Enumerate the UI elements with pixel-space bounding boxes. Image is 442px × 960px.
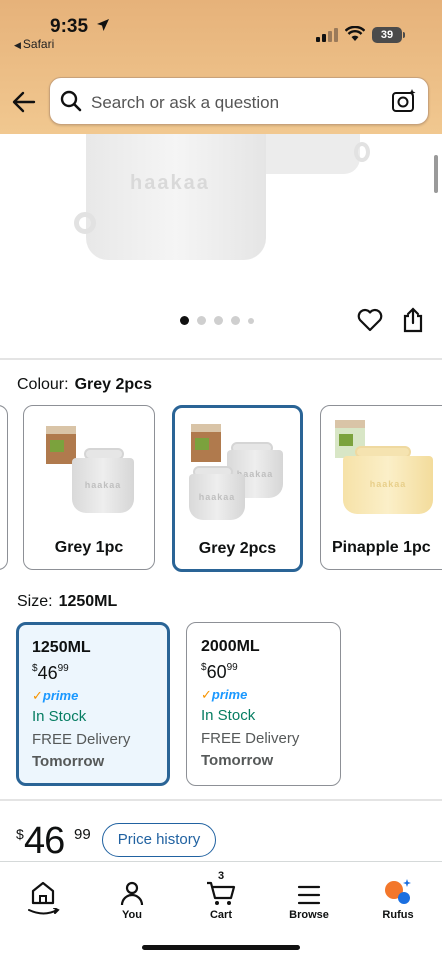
nav-label: Cart	[209, 909, 232, 921]
product-logo: haakaa	[130, 172, 210, 194]
colour-label: Colour:	[17, 376, 69, 393]
product-photo-back-bag	[250, 134, 360, 174]
nav-you[interactable]: You	[92, 870, 172, 921]
nav-browse[interactable]: Browse	[269, 870, 349, 921]
prime-badge: ✓prime	[201, 687, 248, 702]
share-icon[interactable]	[402, 307, 424, 333]
product-image-carousel[interactable]: haakaa	[0, 134, 442, 354]
prime-badge: ✓prime	[32, 688, 79, 703]
nav-label: You	[122, 909, 142, 921]
product-page: 9:35 ◀ Safari 39 Search or ask a questio…	[0, 0, 442, 960]
colour-option-grey-1pc[interactable]: haakaa Grey 1pc	[23, 405, 155, 570]
carousel-dot[interactable]	[180, 316, 189, 325]
size-option-2000ml[interactable]: 2000ML $6099 ✓prime In Stock FREE Delive…	[186, 622, 341, 786]
nav-label: Rufus	[382, 909, 414, 921]
back-arrow-icon[interactable]	[10, 89, 40, 115]
battery-level: 39	[380, 29, 394, 41]
user-icon	[120, 881, 144, 906]
size-name: 2000ML	[201, 638, 260, 655]
cart-icon	[207, 881, 236, 905]
home-icon	[31, 881, 55, 905]
size-label: Size:	[17, 593, 53, 610]
size-selected: 1250ML	[58, 593, 118, 610]
colour-selected: Grey 2pcs	[74, 376, 152, 393]
thumb-logo: haakaa	[369, 479, 407, 490]
option-name: Pinapple 1pc	[332, 539, 431, 556]
price-history-button[interactable]: Price history	[102, 823, 216, 857]
carousel-dot[interactable]	[197, 316, 206, 325]
colour-option-pinapple-1pc[interactable]: haakaa Pinapple 1pc	[320, 405, 442, 570]
smile-underline	[28, 908, 60, 915]
price-whole: 60	[206, 662, 227, 682]
back-to-app-link[interactable]: ◀ Safari	[14, 37, 54, 51]
search-icon	[60, 90, 82, 112]
search-input[interactable]: Search or ask a question	[91, 93, 279, 113]
signal-icon	[316, 28, 338, 42]
colour-label-row: Colour: Grey 2pcs	[17, 376, 152, 394]
carousel-dots	[180, 316, 254, 325]
status-time: 9:35	[50, 16, 89, 37]
rufus-icon	[385, 879, 411, 904]
product-thumb: haakaa	[72, 458, 134, 513]
delivery-day: Tomorrow	[201, 752, 274, 769]
product-box-image	[46, 426, 76, 464]
heart-icon[interactable]	[357, 308, 383, 332]
status-bar: 9:35 ◀ Safari 39	[0, 0, 442, 60]
cart-count: 3	[217, 870, 225, 882]
price-cents: 99	[74, 826, 91, 843]
price-cents: 99	[57, 663, 69, 674]
header-bar: 9:35 ◀ Safari 39 Search or ask a questio…	[0, 0, 442, 134]
nav-rufus[interactable]: Rufus	[358, 870, 438, 921]
delivery-text: FREE Delivery	[201, 730, 300, 747]
home-indicator	[142, 945, 300, 950]
carousel-dot[interactable]	[248, 317, 254, 324]
nav-home[interactable]	[3, 870, 83, 915]
size-price: $6099	[201, 662, 340, 683]
search-bar[interactable]: Search or ask a question	[49, 77, 429, 125]
carousel-dot[interactable]	[231, 316, 240, 325]
battery-icon: 39	[372, 27, 402, 43]
camera-search-icon[interactable]	[391, 88, 417, 114]
option-name: Grey 1pc	[54, 539, 124, 556]
divider	[0, 358, 442, 360]
delivery-day: Tomorrow	[32, 753, 105, 770]
stock-status: In Stock	[201, 707, 256, 724]
product-thumb: haakaa	[189, 474, 245, 520]
size-option-1250ml[interactable]: 1250ML $4699 ✓prime In Stock FREE Delive…	[16, 622, 170, 786]
prime-label: prime	[211, 687, 248, 702]
thumb-logo: haakaa	[84, 480, 122, 490]
battery-cap	[403, 32, 405, 38]
wifi-icon	[345, 26, 365, 41]
size-label-row: Size: 1250ML	[17, 593, 117, 611]
size-name: 1250ML	[32, 639, 91, 656]
location-arrow-icon	[97, 19, 109, 31]
scroll-indicator	[434, 155, 438, 193]
carousel-dot[interactable]	[214, 316, 223, 325]
menu-icon	[297, 885, 321, 905]
back-app-label: Safari	[22, 37, 55, 51]
product-thumb: haakaa	[343, 456, 433, 514]
price-currency: $	[16, 826, 24, 842]
price-whole: 46	[37, 663, 58, 683]
delivery-text: FREE Delivery	[32, 731, 131, 748]
nav-label: Browse	[289, 909, 329, 921]
divider	[0, 799, 442, 801]
product-box-image	[191, 424, 221, 462]
product-photo-loop	[74, 212, 96, 234]
colour-option-partial[interactable]	[0, 405, 8, 570]
product-photo-loop	[354, 142, 370, 162]
price-cents: 99	[226, 662, 238, 673]
nav-cart[interactable]: 3 Cart	[181, 870, 261, 921]
price-whole: 46	[24, 820, 65, 862]
size-price: $4699	[32, 663, 167, 684]
thumb-logo: haakaa	[198, 492, 236, 503]
option-name: Grey 2pcs	[198, 540, 277, 557]
stock-status: In Stock	[32, 708, 87, 725]
prime-label: prime	[42, 688, 79, 703]
colour-option-grey-2pcs[interactable]: haakaa haakaa Grey 2pcs	[172, 405, 303, 572]
product-photo	[86, 134, 266, 260]
